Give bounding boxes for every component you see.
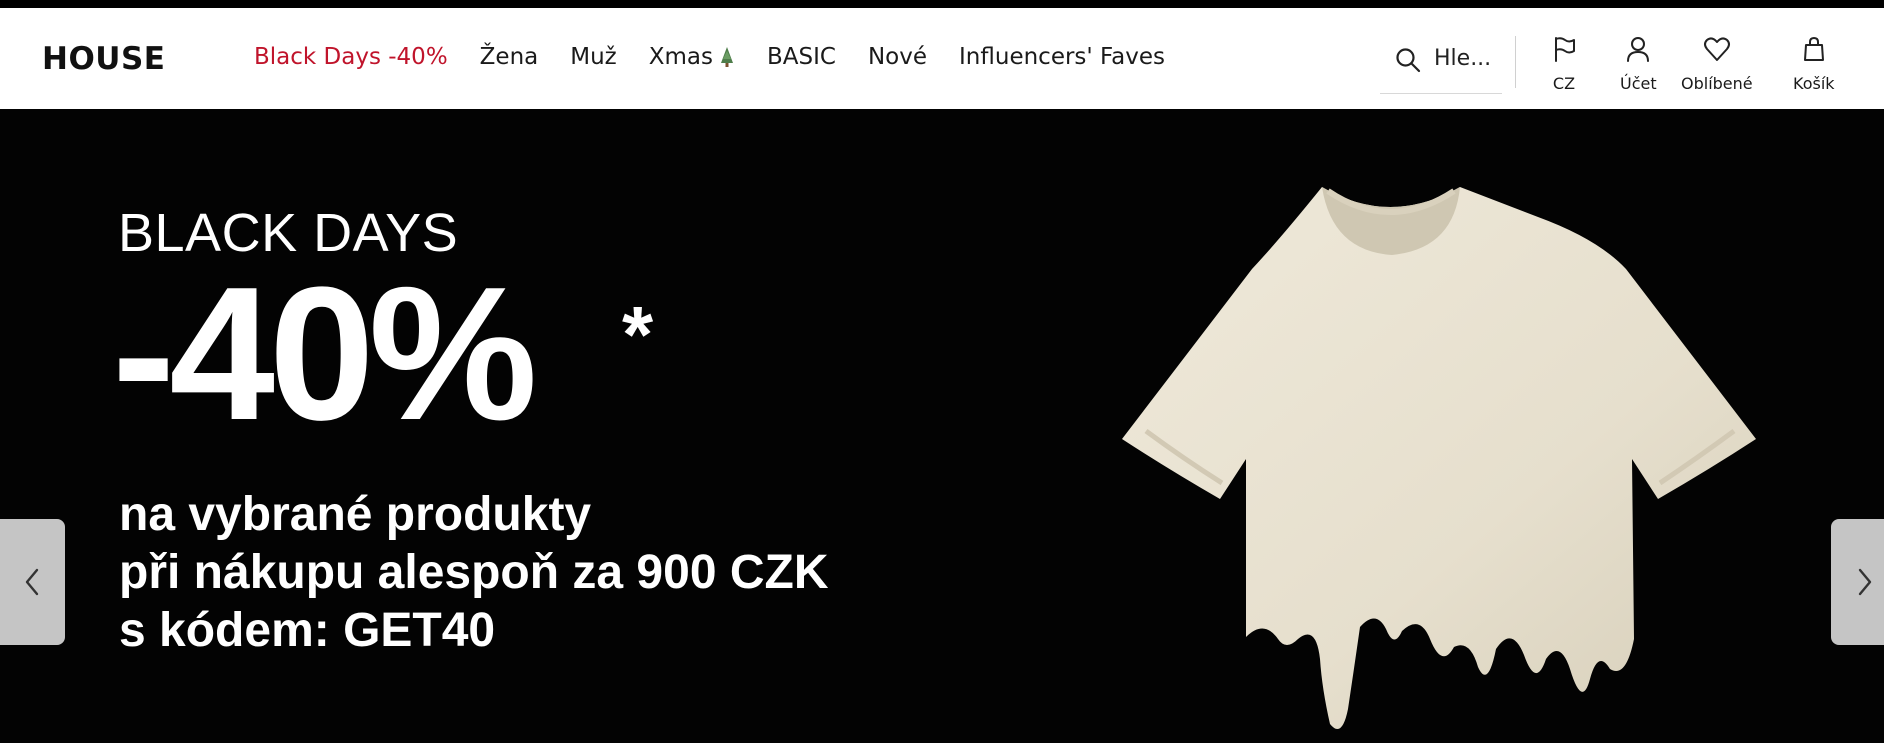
top-strip <box>0 0 1884 8</box>
nav-item-black-days[interactable]: Black Days -40% <box>254 44 448 70</box>
search-input[interactable] <box>1434 46 1496 71</box>
nav-item-nove[interactable]: Nové <box>868 44 927 70</box>
hero-banner[interactable]: BLACK DAYS -40% * na vybrané produkty př… <box>0 109 1884 743</box>
account-link[interactable]: Účet <box>1620 34 1657 93</box>
header-divider <box>1515 36 1516 88</box>
nav-item-basic[interactable]: BASIC <box>767 44 836 70</box>
flag-icon <box>1555 37 1575 62</box>
nav-item-xmas-label: Xmas <box>648 44 713 70</box>
main-nav: Black Days -40% Žena Muž Xmas BASIC Nové… <box>254 44 1197 70</box>
carousel-next-button[interactable] <box>1831 519 1884 645</box>
tshirt-image <box>1122 187 1756 729</box>
user-icon <box>1627 37 1650 62</box>
hero-line-code: s kódem: GET40 <box>119 604 496 657</box>
nav-item-zena[interactable]: Žena <box>480 44 539 70</box>
hero-asterisk: * <box>622 290 654 379</box>
chevron-right-icon <box>1858 568 1871 596</box>
country-label: CZ <box>1552 74 1576 93</box>
christmas-tree-icon <box>721 47 733 67</box>
bag-icon <box>1803 37 1824 61</box>
hero-line-minimum: při nákupu alespoň za 900 CZK <box>119 546 829 599</box>
nav-item-muz[interactable]: Muž <box>570 44 617 70</box>
site-header: HOUSE Black Days -40% Žena Muž Xmas BASI… <box>0 8 1884 109</box>
cart-label: Košík <box>1793 74 1835 93</box>
country-selector[interactable]: CZ <box>1549 34 1579 93</box>
heart-icon <box>1703 37 1730 61</box>
hero-line-products: na vybrané produkty <box>119 488 592 541</box>
account-label: Účet <box>1620 74 1657 93</box>
brand-logo[interactable]: HOUSE <box>42 41 165 77</box>
carousel-prev-button[interactable] <box>0 519 65 645</box>
nav-item-xmas[interactable]: Xmas <box>649 44 735 70</box>
favorites-label: Oblíbené <box>1681 74 1753 93</box>
favorites-link[interactable]: Oblíbené <box>1681 34 1753 93</box>
chevron-left-icon <box>25 568 38 596</box>
hero-discount: -40% <box>112 248 538 460</box>
search-box[interactable] <box>1380 38 1502 94</box>
search-icon[interactable] <box>1394 46 1422 74</box>
cart-link[interactable]: Košík <box>1793 34 1835 93</box>
nav-item-influencers-faves[interactable]: Influencers' Faves <box>959 44 1165 70</box>
